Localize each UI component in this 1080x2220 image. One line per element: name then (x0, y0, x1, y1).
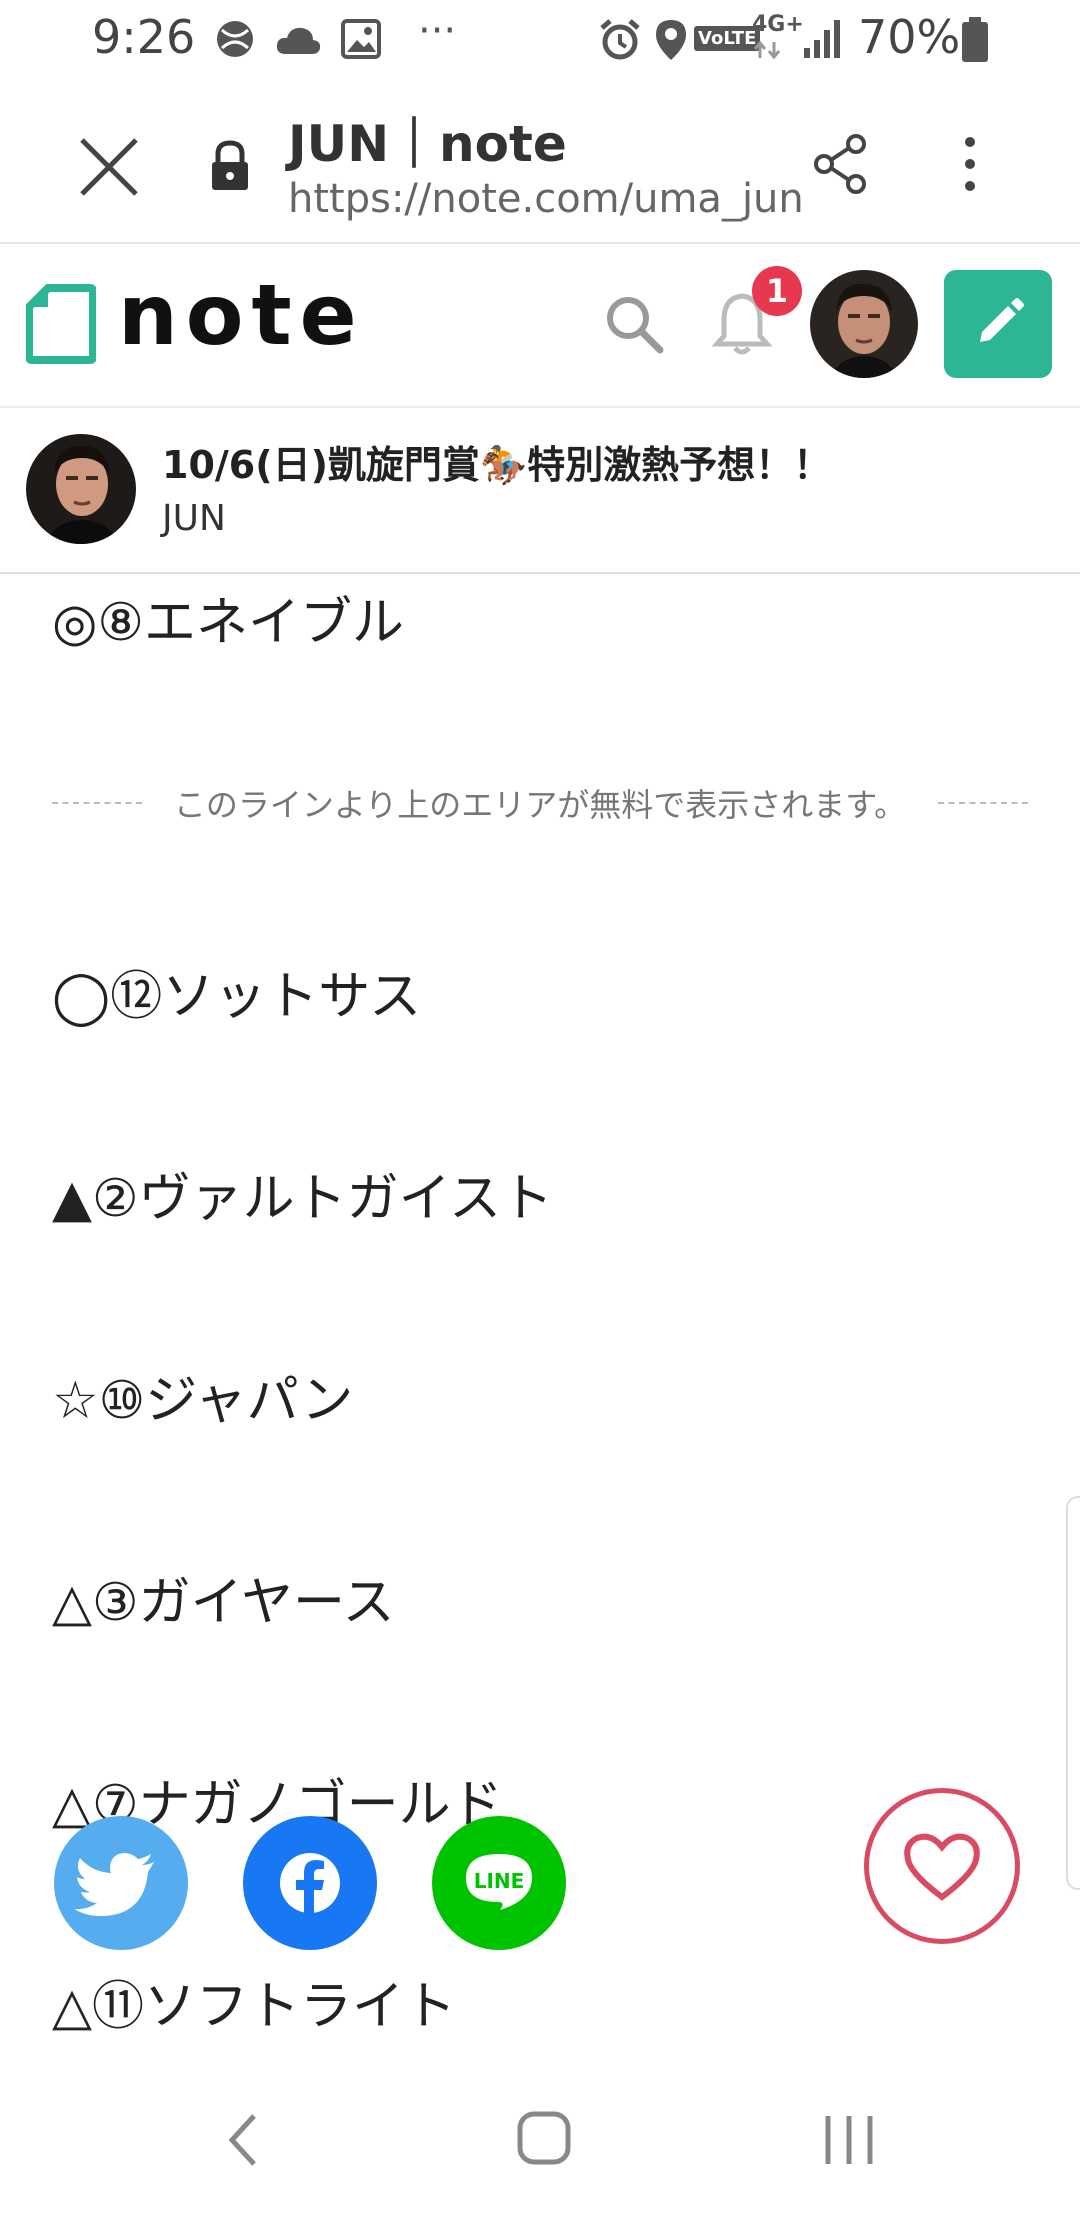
close-button[interactable] (74, 132, 144, 202)
location-icon (654, 18, 688, 66)
facebook-share-button[interactable] (243, 1816, 377, 1950)
paywall-divider: このラインより上のエリアが無料で表示されます。 (52, 780, 1028, 826)
home-button[interactable] (516, 2108, 572, 2172)
battery-icon (960, 16, 990, 68)
recents-button[interactable] (822, 2110, 876, 2174)
article-author[interactable]: JUN (162, 498, 226, 539)
back-button[interactable] (222, 2110, 262, 2174)
scrollbar-handle[interactable] (1066, 1496, 1080, 1890)
status-bar: 9:26 ··· VoLTE 4G+ 70% (0, 0, 1080, 80)
recents-icon (825, 2116, 873, 2164)
article-header: 10/6(日)凱旋門賞🏇特別激熱予想！！ JUN (0, 408, 1080, 574)
signal-icon (802, 16, 842, 64)
user-avatar[interactable] (810, 270, 918, 378)
paywall-divider-text: このラインより上のエリアが無料で表示されます。 (173, 786, 907, 824)
overflow-menu-button[interactable] (950, 132, 990, 200)
note-logo-text[interactable]: note (118, 266, 365, 364)
lock-icon (208, 140, 252, 196)
gallery-icon (340, 18, 382, 64)
article-title[interactable]: 10/6(日)凱旋門賞🏇特別激熱予想！！ (162, 434, 831, 489)
heart-icon (904, 1833, 980, 1901)
pick-line: △⑪ソフトライト (52, 1977, 456, 2037)
close-icon (80, 138, 138, 196)
share-button[interactable] (810, 132, 870, 200)
divider-dash-left (52, 802, 142, 804)
twitter-bird-icon (74, 1853, 154, 1916)
page-title: JUN｜note (288, 115, 567, 173)
note-logo-icon[interactable] (25, 284, 97, 364)
write-post-button[interactable] (944, 270, 1052, 378)
line-label: LINE (473, 1869, 525, 1893)
line-share-button[interactable]: LINE (432, 1816, 566, 1950)
alarm-icon (598, 18, 642, 66)
volte-icon: VoLTE (694, 26, 761, 51)
home-icon (517, 2111, 571, 2165)
search-icon (607, 297, 664, 354)
like-button[interactable] (864, 1788, 1020, 1944)
pencil-icon (980, 298, 1024, 342)
twitter-share-button[interactable] (54, 1816, 188, 1950)
status-time: 9:26 (92, 10, 196, 64)
network-type: 4G+ (752, 12, 804, 37)
back-arrow-icon (228, 2114, 256, 2166)
battery-percent: 70% (858, 10, 961, 64)
notification-badge: 1 (752, 266, 802, 316)
system-navigation-bar (0, 2080, 1080, 2220)
browser-toolbar: JUN｜note https://note.com/uma_jun (0, 80, 1080, 244)
note-header: note 1 (0, 244, 1080, 408)
pick-line: △③ガイヤース (52, 1573, 395, 1633)
facebook-icon (280, 1853, 340, 1916)
cloud-icon (274, 24, 322, 60)
pick-line: ☆⑩ジャパン (52, 1371, 354, 1431)
share-icon (814, 134, 866, 194)
divider-dash-right (938, 802, 1028, 804)
pick-line: ▲②ヴァルトガイスト (52, 1169, 554, 1229)
data-arrows-icon (752, 40, 782, 64)
pick-line: ◯⑫ソットサス (52, 967, 422, 1027)
more-vertical-icon (965, 137, 975, 191)
more-notifications-icon: ··· (418, 8, 457, 54)
author-avatar[interactable] (26, 434, 136, 544)
search-button[interactable] (602, 292, 666, 360)
page-url[interactable]: https://note.com/uma_jun (288, 176, 804, 222)
top-pick-line: ◎⑧エネイブル (52, 593, 404, 653)
ball-icon (214, 18, 256, 64)
